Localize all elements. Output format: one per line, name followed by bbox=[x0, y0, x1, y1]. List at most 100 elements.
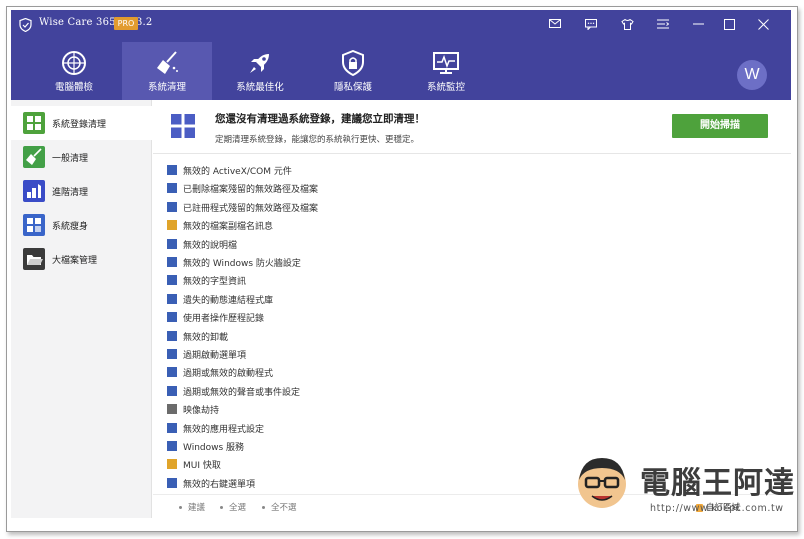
list-item-label: 過期啟動選單項 bbox=[183, 351, 247, 361]
list-item-label: 無效的檔案副檔名訊息 bbox=[183, 222, 274, 233]
tab-checkup[interactable]: 電腦體檢 bbox=[29, 42, 119, 100]
list-item-label: 無效的卸載 bbox=[183, 332, 229, 343]
list-item[interactable]: Windows 服務 bbox=[167, 438, 767, 456]
list-item-label: 已刪除檔案殘留的無效路徑及檔案 bbox=[183, 185, 319, 196]
select-all-link[interactable]: 全選 bbox=[220, 501, 246, 513]
list-item-label: 遺失的動態連結程式庫 bbox=[183, 295, 274, 306]
recommended-link[interactable]: 建議 bbox=[179, 501, 205, 513]
list-item-label: 無效的應用程式設定 bbox=[183, 424, 265, 435]
sidebar-item-label: 系統登錄清理 bbox=[52, 120, 107, 130]
list-item[interactable]: 無效的字型資訊 bbox=[167, 272, 767, 290]
list-item[interactable]: 無效的應用程式設定 bbox=[167, 420, 767, 438]
sidebar: 系統登錄清理 一般清理 進階清理 系統瘦身 大檔案管理 bbox=[11, 100, 152, 518]
list-item-label: 無效的字型資訊 bbox=[183, 277, 247, 288]
list-item[interactable]: 已刪除檔案殘留的無效路徑及檔案 bbox=[167, 180, 767, 198]
broom-icon bbox=[23, 146, 45, 168]
list-item-icon bbox=[167, 257, 177, 267]
list-item-icon bbox=[167, 293, 177, 304]
list-item[interactable]: 過期啟動選單項 bbox=[167, 346, 767, 364]
tab-optimize[interactable]: 系統最佳化 bbox=[215, 42, 305, 100]
list-item-icon bbox=[167, 477, 177, 488]
advanced-clean-icon bbox=[23, 180, 45, 202]
menu-icon[interactable] bbox=[653, 15, 673, 35]
avatar[interactable]: W bbox=[737, 60, 767, 90]
list-item-icon bbox=[167, 385, 177, 396]
list-item-icon bbox=[167, 183, 177, 194]
folder-icon bbox=[23, 248, 45, 270]
list-item-label: 使用者操作歷程記錄 bbox=[183, 314, 265, 325]
tab-label: 電腦體檢 bbox=[54, 82, 93, 93]
registry-icon bbox=[171, 114, 195, 138]
list-item[interactable]: 映像劫持 bbox=[167, 401, 767, 419]
pro-badge: PRO bbox=[114, 17, 138, 30]
sidebar-item-general-clean[interactable]: 一般清理 bbox=[11, 140, 152, 174]
watermark-url: http://www.kocpc.com.tw bbox=[650, 503, 784, 514]
select-none-link[interactable]: 全不選 bbox=[262, 501, 297, 513]
list-item-icon bbox=[167, 367, 177, 378]
registry-icon bbox=[23, 112, 45, 134]
list-item-label: 過期或無效的聲音或事件設定 bbox=[183, 387, 301, 398]
list-item-icon bbox=[167, 459, 177, 470]
maximize-icon[interactable] bbox=[719, 15, 739, 35]
tab-monitor[interactable]: 系統監控 bbox=[401, 42, 491, 100]
list-item-label: 無效的說明檔 bbox=[183, 240, 238, 251]
minimize-icon[interactable] bbox=[688, 15, 708, 35]
list-item[interactable]: 過期或無效的啟動程式 bbox=[167, 364, 767, 382]
list-item-icon bbox=[167, 330, 177, 341]
list-item[interactable]: 無效的 ActiveX/COM 元件 bbox=[167, 162, 767, 180]
tshirt-icon[interactable] bbox=[617, 15, 637, 35]
list-item[interactable]: 無效的 Windows 防火牆設定 bbox=[167, 254, 767, 272]
list-item-icon bbox=[167, 165, 177, 175]
sidebar-item-advanced-clean[interactable]: 進階清理 bbox=[11, 174, 152, 208]
start-scan-button[interactable]: 開始掃描 bbox=[672, 114, 768, 138]
list-item-label: 無效的右鍵選單項 bbox=[183, 479, 256, 490]
tab-privacy[interactable]: 隱私保護 bbox=[308, 42, 398, 100]
list-item-label: 過期或無效的啟動程式 bbox=[183, 369, 274, 380]
main-nav: 電腦體檢 系統清理 系統最佳化 隱私保護 系統監控 bbox=[11, 40, 791, 100]
list-item-label: 映像劫持 bbox=[183, 406, 220, 417]
chat-icon[interactable] bbox=[581, 15, 601, 35]
tab-system-clean[interactable]: 系統清理 bbox=[122, 42, 212, 100]
close-icon[interactable] bbox=[753, 15, 773, 35]
rocket-icon bbox=[250, 54, 269, 73]
list-item-label: Windows 服務 bbox=[183, 443, 245, 453]
sidebar-item-system-slim[interactable]: 系統瘦身 bbox=[11, 208, 152, 242]
page-title: 您還沒有清理過系統登錄，建議您立即清理！ bbox=[215, 113, 425, 125]
bullet-icon bbox=[220, 506, 223, 509]
mail-icon[interactable] bbox=[545, 15, 565, 35]
registry-item-list: 無效的 ActiveX/COM 元件已刪除檔案殘留的無效路徑及檔案 已註冊程式殘留… bbox=[153, 155, 791, 493]
bullet-icon bbox=[262, 506, 265, 509]
list-item-label: 已註冊程式殘留的無效路徑及檔案 bbox=[183, 203, 319, 214]
list-item-icon bbox=[167, 349, 177, 359]
title-bar: Wise Care 365 - 5.3.2 PRO bbox=[11, 10, 791, 40]
broom-icon bbox=[157, 51, 178, 74]
app-window: Wise Care 365 - 5.3.2 PRO 電腦體檢 系統清理 系統最佳… bbox=[11, 10, 791, 518]
sidebar-item-label: 進階清理 bbox=[52, 188, 89, 198]
list-item-icon bbox=[167, 275, 177, 286]
list-item[interactable]: 無效的檔案副檔名訊息 bbox=[167, 217, 767, 235]
sidebar-item-large-files[interactable]: 大檔案管理 bbox=[11, 242, 152, 276]
sidebar-item-label: 系統瘦身 bbox=[52, 222, 89, 232]
list-item-icon bbox=[167, 201, 177, 212]
list-item[interactable]: 使用者操作歷程記錄 bbox=[167, 309, 767, 327]
list-item-icon bbox=[167, 312, 177, 323]
slim-icon bbox=[23, 214, 45, 236]
lock-icon bbox=[342, 50, 364, 76]
content-header: 您還沒有清理過系統登錄，建議您立即清理！ 定期清理系統登錄，能讓您的系統執行更快… bbox=[153, 100, 791, 154]
list-item[interactable]: 過期或無效的聲音或事件設定 bbox=[167, 383, 767, 401]
monitor-icon bbox=[433, 52, 459, 74]
list-item-label: MUI 快取 bbox=[183, 461, 221, 472]
sidebar-item-label: 一般清理 bbox=[52, 154, 89, 164]
list-item[interactable]: 遺失的動態連結程式庫 bbox=[167, 291, 767, 309]
sidebar-item-label: 大檔案管理 bbox=[52, 256, 98, 266]
list-item[interactable]: 已註冊程式殘留的無效路徑及檔案 bbox=[167, 199, 767, 217]
sidebar-item-registry-clean[interactable]: 系統登錄清理 bbox=[11, 106, 152, 140]
page-subtitle: 定期清理系統登錄，能讓您的系統執行更快、更穩定。 bbox=[215, 135, 420, 145]
watermark-text: 電腦王阿達 bbox=[640, 466, 795, 501]
list-item[interactable]: 無效的說明檔 bbox=[167, 236, 767, 254]
list-item[interactable]: 無效的卸載 bbox=[167, 328, 767, 346]
select-all-label: 全選 bbox=[229, 503, 247, 513]
watermark-face-icon bbox=[578, 458, 626, 508]
list-item-label: 無效的 Windows 防火牆設定 bbox=[183, 259, 301, 269]
bullet-icon bbox=[179, 506, 182, 509]
